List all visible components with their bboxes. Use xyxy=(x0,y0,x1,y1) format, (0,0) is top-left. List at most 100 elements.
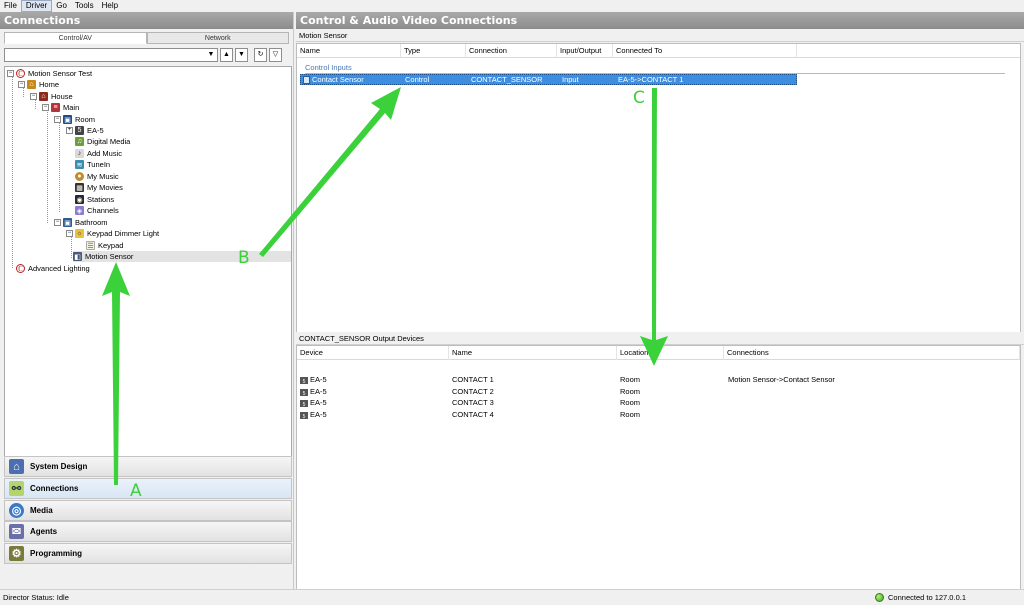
chevron-down-icon: ▼ xyxy=(207,51,215,58)
name-cell: CONTACT 4 xyxy=(452,410,494,419)
tree-item-keypad-dimmer-light[interactable]: − ☼ Keypad Dimmer Light xyxy=(66,228,159,239)
motion-sensor-icon: ◧ xyxy=(73,252,82,261)
refresh-icon: ↻ xyxy=(257,51,264,58)
nav-agents[interactable]: ✉ Agents xyxy=(4,521,292,542)
tree-toolbar: ▼ ▲ ▼ ↻ ▽ xyxy=(4,47,289,63)
column-connection[interactable]: Connection xyxy=(466,44,557,58)
expand-icon[interactable]: + xyxy=(66,127,73,134)
selected-device-label: Motion Sensor xyxy=(296,29,1024,42)
tree-item-house[interactable]: − ⌂ House xyxy=(30,91,73,102)
output-devices-grid[interactable]: Device Name Location Connections 5 EA-5 C… xyxy=(296,345,1021,598)
column-name[interactable]: Name xyxy=(449,346,617,360)
output-grid-header: Device Name Location Connections xyxy=(297,346,1020,360)
controller-icon: 5 xyxy=(300,388,308,397)
programming-icon: ⚙ xyxy=(9,546,24,561)
filter-button[interactable]: ▽ xyxy=(269,48,282,62)
menu-driver[interactable]: Driver xyxy=(20,0,53,12)
tree-item-bathroom[interactable]: − ▣ Bathroom xyxy=(54,217,108,228)
room-icon: ▣ xyxy=(63,218,72,227)
column-location[interactable]: Location xyxy=(617,346,724,360)
move-up-button[interactable]: ▲ xyxy=(220,48,233,62)
table-row[interactable]: 5 EA-5 CONTACT 1 Room Motion Sensor->Cont… xyxy=(297,374,1020,385)
tree-item-add-music[interactable]: ♪ Add Music xyxy=(75,148,122,159)
column-name[interactable]: Name xyxy=(297,44,401,58)
menu-go[interactable]: Go xyxy=(52,0,71,12)
tree-item-keypad[interactable]: ☰ Keypad xyxy=(86,240,123,251)
controller-icon: 5 xyxy=(300,411,308,420)
column-connected-to[interactable]: Connected To xyxy=(613,44,797,58)
nav-label: Programming xyxy=(30,549,83,558)
column-connections[interactable]: Connections xyxy=(724,346,1020,360)
nav-system-design[interactable]: ⌂ System Design xyxy=(4,456,292,477)
menu-help[interactable]: Help xyxy=(98,0,122,12)
device-cell: 5 EA-5 xyxy=(300,409,327,420)
table-row[interactable]: 5 EA-5 CONTACT 2 Room xyxy=(297,386,1020,397)
tree-item-tunein[interactable]: ≋ TuneIn xyxy=(75,159,110,170)
tree-item-motion-sensor-test[interactable]: − ℂ Motion Sensor Test xyxy=(7,68,92,79)
column-input-output[interactable]: Input/Output xyxy=(557,44,613,58)
location-cell: Room xyxy=(620,387,641,396)
keypad-icon: ☰ xyxy=(86,241,95,250)
menu-bar: File Driver Go Tools Help xyxy=(0,0,1024,12)
collapse-icon[interactable]: − xyxy=(54,219,61,226)
nav-connections[interactable]: ⚯ Connections xyxy=(4,478,292,499)
tree-item-my-music[interactable]: ● My Music xyxy=(75,171,119,182)
collapse-icon[interactable]: − xyxy=(30,93,37,100)
tree-item-label: Motion Sensor xyxy=(85,252,134,261)
connections-cell: Motion Sensor->Contact Sensor xyxy=(728,375,835,384)
nav-label: Connections xyxy=(30,484,79,493)
tree-item-stations[interactable]: ◉ Stations xyxy=(75,194,114,205)
tree-item-main[interactable]: − ≡ Main xyxy=(42,102,79,113)
table-row[interactable]: 5 EA-5 CONTACT 3 Room xyxy=(297,397,1020,408)
tab-network[interactable]: Network xyxy=(146,32,289,44)
tree-item-digital-media[interactable]: ♫ Digital Media xyxy=(75,136,130,147)
location-cell: Room xyxy=(620,375,641,384)
tab-control-av[interactable]: Control/AV xyxy=(4,32,147,44)
stations-icon: ◉ xyxy=(75,195,84,204)
controller-icon: 5 xyxy=(300,376,308,385)
nav-programming[interactable]: ⚙ Programming xyxy=(4,543,292,564)
tree-item-motion-sensor[interactable]: ◧ Motion Sensor xyxy=(73,251,291,262)
tree-item-room[interactable]: − ▣ Room xyxy=(54,114,95,125)
connections-grid[interactable]: Name Type Connection Input/Output Connec… xyxy=(296,43,1021,338)
add-music-icon: ♪ xyxy=(75,149,84,158)
table-row[interactable]: 5 EA-5 CONTACT 4 Room xyxy=(297,409,1020,420)
tree-item-advanced-lighting[interactable]: ℂ Advanced Lighting xyxy=(7,263,90,274)
column-type[interactable]: Type xyxy=(401,44,466,58)
collapse-icon[interactable]: − xyxy=(18,81,25,88)
connection-row-selected[interactable]: Contact Sensor Control CONTACT_SENSOR In… xyxy=(300,74,797,85)
control-port-icon xyxy=(303,76,310,84)
tree-item-channels[interactable]: ◈ Channels xyxy=(75,205,119,216)
output-devices-label: CONTACT_SENSOR Output Devices xyxy=(296,332,1024,345)
tree-item-label: Advanced Lighting xyxy=(28,264,90,273)
tree-item-label: Motion Sensor Test xyxy=(28,69,93,78)
collapse-icon[interactable]: − xyxy=(7,70,14,77)
tree-line xyxy=(59,120,60,212)
system-design-icon: ⌂ xyxy=(9,459,24,474)
menu-tools[interactable]: Tools xyxy=(71,0,98,12)
tree-item-ea-5[interactable]: + 5 EA-5 xyxy=(66,125,104,136)
collapse-icon[interactable]: − xyxy=(42,104,49,111)
refresh-button[interactable]: ↻ xyxy=(254,48,267,62)
filter-combo[interactable]: ▼ xyxy=(4,48,218,62)
connections-icon: ⚯ xyxy=(9,481,24,496)
tree-item-home[interactable]: − ⌂ Home xyxy=(18,79,59,90)
column-device[interactable]: Device xyxy=(297,346,449,360)
connections-grid-header: Name Type Connection Input/Output Connec… xyxy=(297,44,1020,58)
device-cell: 5 EA-5 xyxy=(300,386,327,397)
agents-icon: ✉ xyxy=(9,524,24,539)
menu-file[interactable]: File xyxy=(0,0,21,12)
row-io: Input xyxy=(562,75,579,84)
tree-item-label: EA-5 xyxy=(87,126,104,135)
tree-item-label: Main xyxy=(63,103,80,112)
av-connections-panel: Control & Audio Video Connections Motion… xyxy=(296,12,1024,598)
location-cell: Room xyxy=(620,398,641,407)
connections-panel: Connections Control/AV Network ▼ ▲ ▼ ↻ ▽… xyxy=(0,12,294,589)
move-down-button[interactable]: ▼ xyxy=(235,48,248,62)
connected-led-icon xyxy=(875,593,885,602)
collapse-icon[interactable]: − xyxy=(54,116,61,123)
collapse-icon[interactable]: − xyxy=(66,230,73,237)
tree-item-label: Bathroom xyxy=(75,218,108,227)
tree-item-my-movies[interactable]: ▦ My Movies xyxy=(75,182,123,193)
nav-media[interactable]: ◎ Media xyxy=(4,500,292,521)
